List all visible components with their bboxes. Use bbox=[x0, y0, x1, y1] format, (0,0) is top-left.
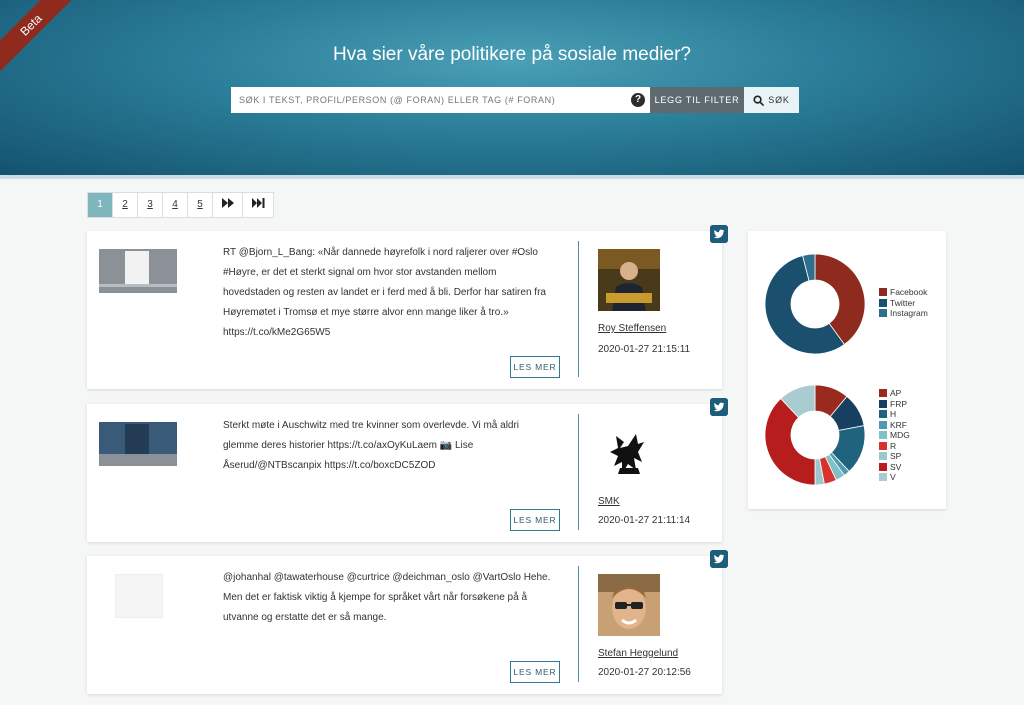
legend-label: V bbox=[890, 472, 896, 483]
author-link[interactable]: SMK bbox=[598, 496, 620, 507]
legend-item: R bbox=[879, 441, 910, 452]
avatar bbox=[598, 249, 660, 311]
page-title: Hva sier våre politikere på sosiale medi… bbox=[333, 44, 691, 65]
search-box: ? bbox=[231, 87, 650, 113]
legend-item: KRF bbox=[879, 420, 910, 431]
pagination: 1 2 3 4 5 bbox=[87, 192, 274, 218]
legend-label: SP bbox=[890, 451, 902, 462]
post-timestamp: 2020-01-27 21:15:11 bbox=[598, 344, 691, 355]
legend-swatch bbox=[879, 462, 887, 471]
header-divider bbox=[0, 175, 1024, 179]
legend-label: AP bbox=[890, 388, 902, 399]
legend-label: H bbox=[890, 409, 897, 420]
post-thumbnail[interactable] bbox=[99, 422, 177, 466]
card-divider bbox=[578, 241, 579, 377]
twitter-icon[interactable] bbox=[710, 550, 728, 568]
legend-swatch bbox=[879, 410, 887, 419]
legend-item: Facebook bbox=[879, 287, 928, 298]
twitter-icon[interactable] bbox=[710, 398, 728, 416]
hero-header: Beta Hva sier våre politikere på sosiale… bbox=[0, 0, 1024, 175]
legend-swatch bbox=[879, 298, 887, 307]
legend-swatch bbox=[879, 389, 887, 398]
search-input[interactable] bbox=[231, 87, 621, 113]
post-text: Sterkt møte i Auschwitz med tre kvinner … bbox=[223, 420, 520, 471]
legend-label: KRF bbox=[890, 419, 907, 430]
legend-label: Facebook bbox=[890, 287, 928, 298]
search-button-label: SØK bbox=[768, 95, 790, 105]
post-card: @johanhal @tawaterhouse @curtrice @deich… bbox=[87, 550, 728, 694]
legend-item: AP bbox=[879, 388, 910, 399]
legend-swatch bbox=[879, 288, 887, 297]
page-3-link[interactable]: 3 bbox=[138, 193, 163, 217]
author-link[interactable]: Stefan Heggelund bbox=[598, 648, 678, 659]
party-donut-chart bbox=[764, 384, 866, 486]
legend-item: SV bbox=[879, 462, 910, 473]
page-4-link[interactable]: 4 bbox=[163, 193, 188, 217]
legend-item: FRP bbox=[879, 399, 910, 410]
legend-label: R bbox=[890, 440, 897, 451]
page-5-link[interactable]: 5 bbox=[188, 193, 213, 217]
read-more-button[interactable]: LES MER bbox=[510, 661, 560, 683]
twitter-icon[interactable] bbox=[710, 225, 728, 243]
legend-label: SV bbox=[890, 461, 902, 472]
add-filter-button[interactable]: LEGG TIL FILTER bbox=[650, 87, 744, 113]
legend-item: Twitter bbox=[879, 298, 928, 309]
party-legend: AP FRP H KRF MDG R SP SV V bbox=[879, 388, 910, 483]
legend-item: V bbox=[879, 472, 910, 483]
legend-item: MDG bbox=[879, 430, 910, 441]
legend-label: MDG bbox=[890, 430, 910, 441]
post-thumbnail[interactable] bbox=[99, 574, 177, 618]
legend-label: Instagram bbox=[890, 308, 928, 319]
legend-swatch bbox=[879, 420, 887, 429]
legend-swatch bbox=[879, 452, 887, 461]
page-2-link[interactable]: 2 bbox=[113, 193, 138, 217]
avatar bbox=[598, 574, 660, 636]
post-card: RT @Bjorn_L_Bang: «Når dannede høyrefolk… bbox=[87, 225, 728, 389]
stats-panel: Facebook Twitter Instagram AP FRP H KRF MDG R SP… bbox=[748, 231, 946, 509]
post-text: @johanhal @tawaterhouse @curtrice @deich… bbox=[223, 572, 551, 623]
post-text: RT @Bjorn_L_Bang: «Når dannede høyrefolk… bbox=[223, 247, 546, 338]
card-divider bbox=[578, 566, 579, 682]
legend-swatch bbox=[879, 309, 887, 318]
read-more-button[interactable]: LES MER bbox=[510, 356, 560, 378]
help-icon[interactable]: ? bbox=[631, 93, 645, 107]
legend-swatch bbox=[879, 473, 887, 482]
legend-item: SP bbox=[879, 451, 910, 462]
legend-swatch bbox=[879, 441, 887, 450]
read-more-button[interactable]: LES MER bbox=[510, 509, 560, 531]
legend-swatch bbox=[879, 399, 887, 408]
magnifier-icon bbox=[753, 94, 765, 106]
page-1-link[interactable]: 1 bbox=[88, 193, 113, 217]
post-card: Sterkt møte i Auschwitz med tre kvinner … bbox=[87, 398, 728, 542]
legend-item: H bbox=[879, 409, 910, 420]
last-page-icon[interactable] bbox=[243, 193, 273, 217]
post-timestamp: 2020-01-27 21:11:14 bbox=[598, 515, 691, 526]
search-button[interactable]: SØK bbox=[744, 87, 799, 113]
post-thumbnail[interactable] bbox=[99, 249, 177, 293]
next-page-icon[interactable] bbox=[213, 193, 243, 217]
network-donut-chart bbox=[764, 253, 866, 355]
network-legend: Facebook Twitter Instagram bbox=[879, 287, 928, 319]
legend-label: FRP bbox=[890, 398, 907, 409]
beta-ribbon: Beta bbox=[0, 0, 85, 79]
legend-label: Twitter bbox=[890, 297, 916, 308]
legend-item: Instagram bbox=[879, 308, 928, 319]
card-divider bbox=[578, 414, 579, 530]
legend-swatch bbox=[879, 431, 887, 440]
smk-logo bbox=[598, 422, 660, 484]
author-link[interactable]: Roy Steffensen bbox=[598, 323, 666, 334]
post-timestamp: 2020-01-27 20:12:56 bbox=[598, 667, 691, 678]
